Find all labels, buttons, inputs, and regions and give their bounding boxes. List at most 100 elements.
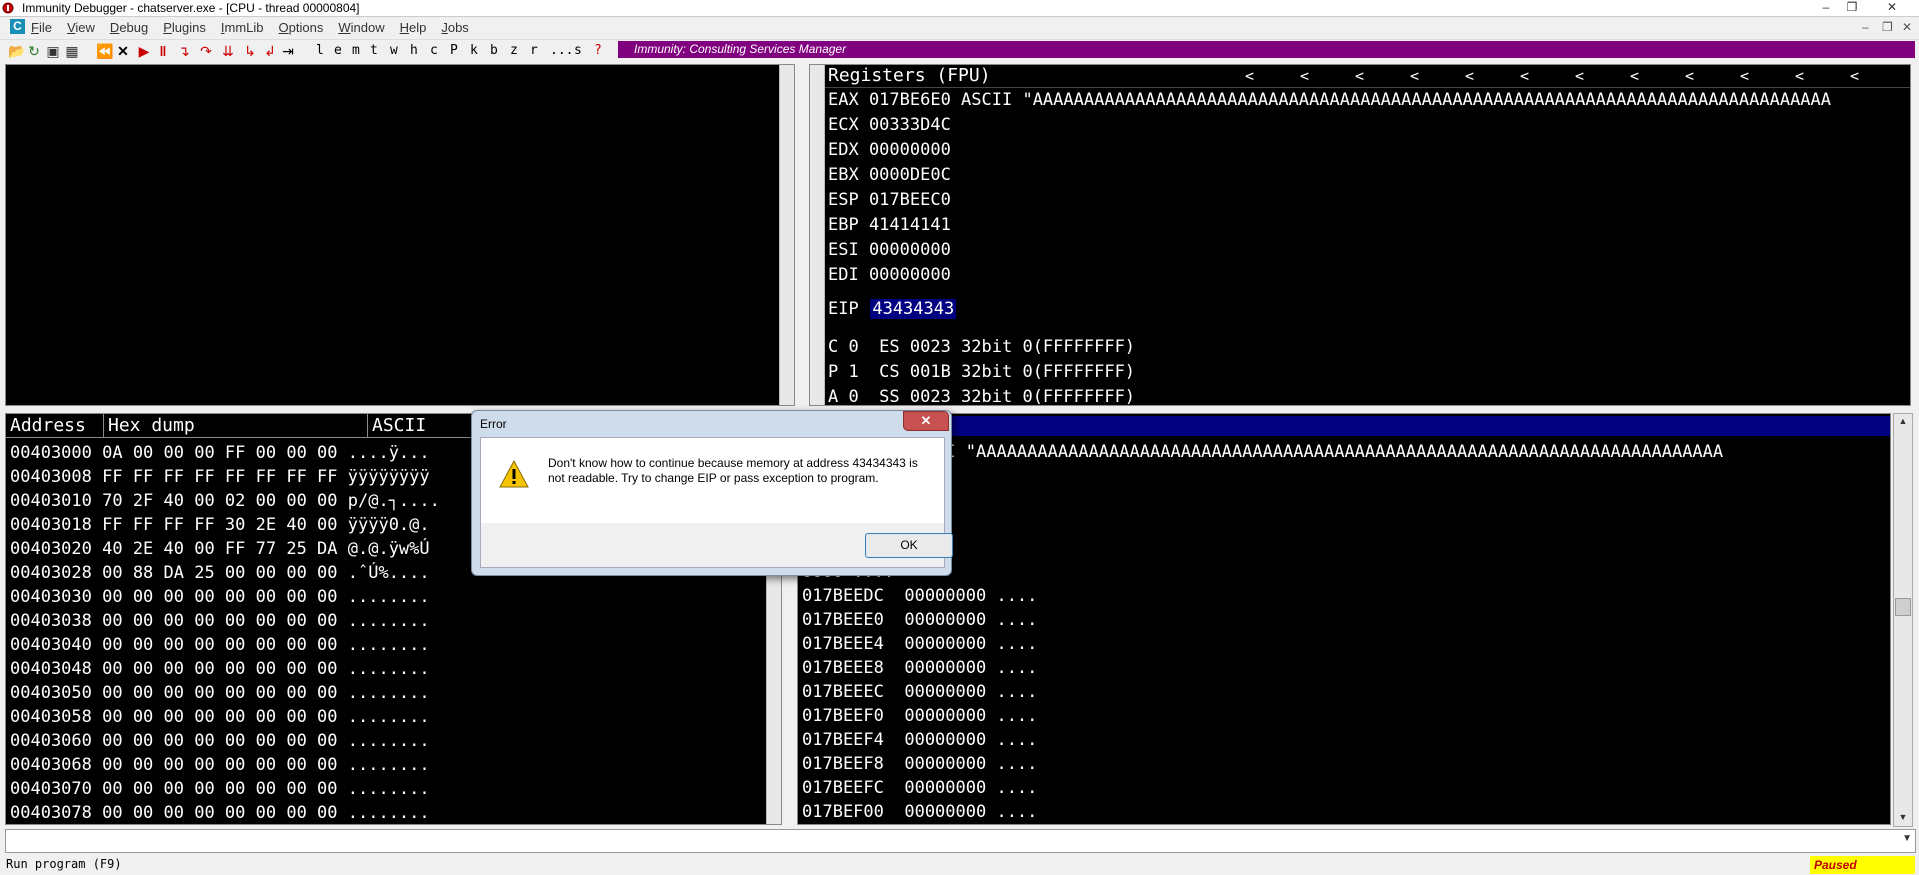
hex-row[interactable]: 00403010 70 2F 40 00 02 00 00 00 p/@.┐..… — [10, 489, 440, 513]
hex-row[interactable]: 00403058 00 00 00 00 00 00 00 00 .......… — [10, 705, 440, 729]
toolbar-call-stack[interactable]: k — [470, 42, 478, 60]
disassembly-pane[interactable] — [5, 64, 795, 406]
register-arrow-button[interactable]: < — [1575, 65, 1630, 87]
stack-row[interactable]: 017BEF00 00000000 .... — [802, 800, 1723, 824]
registers-pane[interactable]: Registers (FPU) < < < < < < < < < < < < EAX 017BE6E… — [809, 64, 1911, 406]
stack-pane[interactable]: 3500 .53.3568 h53. ASCII "AAAAAAAAAAAAAA… — [797, 413, 1891, 825]
hex-row[interactable]: 00403040 00 00 00 00 00 00 00 00 .......… — [10, 633, 440, 657]
hex-column-header[interactable]: Hex dump — [104, 414, 368, 438]
run-icon[interactable]: ▶ — [136, 42, 152, 60]
attach-icon[interactable]: ▦ — [64, 42, 80, 60]
register-row[interactable]: ECX 00333D4C — [828, 113, 1831, 138]
register-arrow-button[interactable]: < — [1630, 65, 1685, 87]
flag-row[interactable]: C 0 ES 0023 32bit 0(FFFFFFFF) — [828, 335, 1135, 360]
hex-row[interactable]: 00403048 00 00 00 00 00 00 00 00 .......… — [10, 657, 440, 681]
toolbar-references[interactable]: z — [510, 42, 518, 60]
hex-row[interactable]: 00403008 FF FF FF FF FF FF FF FF ÿÿÿÿÿÿÿ… — [10, 465, 440, 489]
stack-row[interactable]: 017BEEEC 00000000 .... — [802, 680, 1723, 704]
hex-row[interactable]: 00403018 FF FF FF FF 30 2E 40 00 ÿÿÿÿ0.@… — [10, 513, 440, 537]
command-input[interactable]: ▼ — [5, 829, 1916, 853]
hex-row[interactable]: 00403068 00 00 00 00 00 00 00 00 .......… — [10, 753, 440, 777]
stack-row[interactable]: 017BEEFC 00000000 .... — [802, 776, 1723, 800]
scroll-down-icon[interactable]: ▼ — [1896, 812, 1910, 824]
mdi-restore-icon[interactable]: ❐ — [1882, 20, 1893, 34]
menu-file[interactable]: File — [31, 20, 52, 35]
toolbar-patches[interactable]: P — [450, 42, 458, 60]
mdi-minimize-icon[interactable]: ‒ — [1862, 20, 1869, 34]
hex-row[interactable]: 00403028 00 88 DA 25 00 00 00 00 .ˆÚ%...… — [10, 561, 440, 585]
restart-icon[interactable]: ↻ — [26, 42, 42, 60]
ascii-column-header[interactable]: ASCII — [368, 414, 488, 438]
execute-till-return-icon[interactable]: ↲ — [262, 42, 278, 60]
toolbar-breakpoints[interactable]: b — [490, 42, 498, 60]
trace-into-icon[interactable]: ⇊ — [220, 42, 236, 60]
hex-row[interactable]: 00403030 00 00 00 00 00 00 00 00 .......… — [10, 585, 440, 609]
menu-options[interactable]: Options — [279, 20, 324, 35]
register-row[interactable]: EDI 00000000 — [828, 263, 1831, 288]
consulting-banner[interactable]: Immunity: Consulting Services Manager — [618, 41, 1915, 58]
ok-button[interactable]: OK — [865, 533, 953, 558]
hex-row[interactable]: 00403050 00 00 00 00 00 00 00 00 .......… — [10, 681, 440, 705]
register-row[interactable]: EAX 017BE6E0 ASCII "AAAAAAAAAAAAAAAAAAAA… — [828, 88, 1831, 113]
register-arrow-button[interactable]: < — [1850, 65, 1905, 87]
dialog-close-button[interactable]: ✕ — [903, 411, 949, 431]
trace-over-icon[interactable]: ↳ — [242, 42, 258, 60]
menu-jobs[interactable]: Jobs — [441, 20, 468, 35]
register-arrow-button[interactable]: < — [1685, 65, 1740, 87]
step-into-icon[interactable]: ↴ — [176, 42, 192, 60]
register-row[interactable]: ESI 00000000 — [828, 238, 1831, 263]
toolbar-cpu[interactable]: c — [430, 42, 438, 60]
toolbar-more[interactable]: ... — [550, 42, 573, 60]
register-row[interactable]: EDX 00000000 — [828, 138, 1831, 163]
toolbar-threads[interactable]: t — [370, 42, 378, 60]
menu-plugins[interactable]: Plugins — [163, 20, 206, 35]
register-arrow-button[interactable]: < — [1740, 65, 1795, 87]
toolbar-handles[interactable]: h — [410, 42, 418, 60]
stop-icon[interactable]: ✕ — [116, 42, 130, 60]
eip-value[interactable]: 43434343 — [870, 299, 957, 319]
close-program-icon[interactable]: ▣ — [46, 42, 60, 60]
register-row[interactable]: EBX 0000DE0C — [828, 163, 1831, 188]
command-dropdown-icon[interactable]: ▼ — [1902, 833, 1912, 844]
disassembly-scrollbar[interactable] — [779, 65, 794, 405]
mdi-close-icon[interactable]: ✕ — [1902, 20, 1912, 34]
stack-scrollbar[interactable]: ▲ ▼ — [1893, 413, 1913, 827]
toolbar-log[interactable]: l — [316, 42, 324, 60]
menu-view[interactable]: View — [67, 20, 95, 35]
minimize-icon[interactable]: ‒ — [1816, 0, 1836, 14]
toolbar-help[interactable]: ? — [594, 42, 602, 60]
pause-icon[interactable]: ‖ — [156, 42, 170, 60]
rewind-icon[interactable]: ⏪ — [96, 42, 113, 60]
toolbar-memory[interactable]: m — [352, 42, 360, 60]
menu-immlib[interactable]: ImmLib — [221, 20, 264, 35]
close-icon[interactable]: ✕ — [1880, 0, 1904, 14]
flag-row[interactable]: A 0 SS 0023 32bit 0(FFFFFFFF) — [828, 385, 1135, 405]
hex-row[interactable]: 00403060 00 00 00 00 00 00 00 00 .......… — [10, 729, 440, 753]
stack-row[interactable]: 017BEEF8 00000000 .... — [802, 752, 1723, 776]
stack-row[interactable]: 017BEEE8 00000000 .... — [802, 656, 1723, 680]
menu-debug[interactable]: Debug — [110, 20, 148, 35]
scroll-up-icon[interactable]: ▲ — [1896, 416, 1910, 428]
registers-scrollbar[interactable] — [810, 65, 825, 405]
maximize-icon[interactable]: ❐ — [1842, 0, 1862, 14]
hex-row[interactable]: 00403020 40 2E 40 00 FF 77 25 DA @.@.ÿw%… — [10, 537, 440, 561]
menu-window[interactable]: Window — [338, 20, 384, 35]
stack-row[interactable]: 017BEEDC 00000000 .... — [802, 584, 1723, 608]
open-icon[interactable]: 📂 — [8, 42, 25, 60]
registers-header[interactable]: Registers (FPU) < < < < < < < < < < < < — [825, 65, 1910, 88]
go-to-icon[interactable]: ⇥ — [280, 42, 296, 60]
register-row[interactable]: ESP 017BEEC0 — [828, 188, 1831, 213]
register-arrow-button[interactable]: < — [1300, 65, 1355, 87]
eip-row[interactable]: EIP 43434343 — [828, 298, 957, 320]
register-arrow-button[interactable]: < — [1410, 65, 1465, 87]
register-arrow-button[interactable]: < — [1245, 65, 1300, 87]
step-over-icon[interactable]: ↷ — [198, 42, 214, 60]
address-column-header[interactable]: Address — [6, 414, 104, 438]
flag-row[interactable]: P 1 CS 001B 32bit 0(FFFFFFFF) — [828, 360, 1135, 385]
hex-row[interactable]: 00403038 00 00 00 00 00 00 00 00 .......… — [10, 609, 440, 633]
stack-row[interactable]: 017BEEE4 00000000 .... — [802, 632, 1723, 656]
toolbar-executable-modules[interactable]: e — [334, 42, 342, 60]
hex-row[interactable]: 00403070 00 00 00 00 00 00 00 00 .......… — [10, 777, 440, 801]
toolbar-run-trace[interactable]: r — [530, 42, 538, 60]
stack-row[interactable]: 017BEEE0 00000000 .... — [802, 608, 1723, 632]
